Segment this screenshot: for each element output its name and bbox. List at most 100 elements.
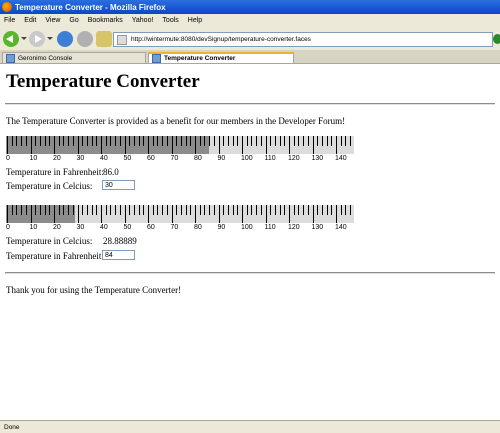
closing-text: Thank you for using the Temperature Conv… [6, 285, 182, 295]
menu-help[interactable]: Help [188, 17, 202, 24]
window-title: Temperature Converter - Mozilla Firefox [15, 2, 166, 12]
fahrenheit-tick-label: 60 [147, 155, 155, 162]
celcius-tick [317, 205, 319, 215]
fahrenheit-tick-label: 130 [311, 155, 324, 162]
celcius-tick [54, 205, 55, 223]
celcius-tick [256, 205, 258, 215]
celcius-tick [195, 205, 196, 223]
menu-view[interactable]: View [45, 17, 60, 24]
celcius-tick [166, 205, 168, 215]
celcius-tick [105, 205, 107, 215]
go-icon[interactable] [493, 34, 500, 44]
fahrenheit-tick [223, 136, 225, 146]
menu-bar: File Edit View Go Bookmarks Yahoo! Tools… [0, 14, 500, 26]
url-text[interactable]: http://wintermute:8080/devSignup/tempera… [131, 36, 311, 43]
forward-arrow-icon[interactable] [29, 31, 45, 47]
celcius-tick [265, 205, 267, 223]
fahrenheit-result-value: 86.0 [103, 167, 119, 177]
celcius-tick-label: 90 [217, 224, 226, 231]
menu-bookmarks[interactable]: Bookmarks [88, 17, 123, 24]
celcius-tick-label: 130 [311, 224, 324, 231]
fahrenheit-tick [171, 136, 173, 154]
fahrenheit-tick [176, 136, 178, 146]
fahrenheit-tick [350, 136, 352, 146]
fahrenheit-tick [289, 136, 290, 154]
celcius-tick [185, 205, 187, 215]
menu-file[interactable]: File [4, 17, 15, 24]
fahrenheit-tick [91, 136, 93, 146]
back-arrow-icon[interactable] [3, 31, 19, 47]
fahrenheit-tick [190, 136, 192, 146]
fahrenheit-tick [209, 136, 211, 146]
fahrenheit-tick [96, 136, 98, 146]
menu-edit[interactable]: Edit [24, 17, 36, 24]
menu-tools[interactable]: Tools [162, 17, 178, 24]
celcius-tick [227, 205, 229, 215]
fahrenheit-tick [124, 136, 126, 154]
home-icon[interactable] [96, 31, 112, 47]
fahrenheit-tick [307, 136, 309, 146]
celcius-tick [246, 205, 248, 215]
celcius-tick [44, 205, 46, 215]
celcius-tick-label: 120 [288, 224, 300, 231]
divider-top [5, 103, 495, 105]
back-dropdown-icon[interactable] [21, 37, 27, 40]
divider-bottom [5, 272, 495, 274]
celcius-tick [68, 205, 70, 215]
fahrenheit-tick [105, 136, 107, 146]
page-content: Temperature Converter The Temperature Co… [0, 64, 500, 420]
celcius-thermometer [6, 205, 354, 223]
celcius-tick [171, 205, 173, 223]
fahrenheit-tick [129, 136, 131, 146]
fahrenheit-tick [195, 136, 196, 154]
fahrenheit-tick [321, 136, 323, 146]
reload-icon[interactable] [57, 31, 73, 47]
fahrenheit-result-label: Temperature in Fahrenheit: [6, 167, 104, 177]
fahrenheit-tick-label: 70 [170, 155, 179, 162]
fahrenheit-tick [270, 136, 272, 146]
celcius-tick [336, 205, 337, 223]
forward-dropdown-icon[interactable] [47, 37, 53, 40]
url-bar[interactable]: http://wintermute:8080/devSignup/tempera… [113, 32, 493, 47]
fahrenheit-input-label: Temperature in Fahrenheit: [6, 251, 104, 261]
stop-icon[interactable] [77, 31, 93, 47]
celcius-tick [162, 205, 164, 215]
celcius-tick [190, 205, 192, 215]
fahrenheit-tick [58, 136, 60, 146]
fahrenheit-tick [166, 136, 168, 146]
celcius-tick [303, 205, 305, 215]
celcius-tick [58, 205, 60, 215]
firefox-icon [2, 2, 12, 12]
fahrenheit-input[interactable] [102, 250, 135, 260]
fahrenheit-tick-label: 90 [217, 155, 226, 162]
celcius-tick [260, 205, 262, 215]
fahrenheit-tick-label: 10 [29, 155, 38, 162]
celcius-tick [16, 205, 18, 215]
fahrenheit-tick [25, 136, 27, 146]
tab-label: Temperature Converter [164, 55, 236, 62]
tab-temperature-converter[interactable]: Temperature Converter [148, 52, 294, 63]
celcius-tick [331, 205, 333, 215]
fahrenheit-tick [312, 136, 314, 154]
celcius-tick [251, 205, 253, 215]
fahrenheit-tick [180, 136, 182, 146]
fahrenheit-tick-label: 50 [123, 155, 132, 162]
fahrenheit-tick [49, 136, 51, 146]
celcius-tick [176, 205, 178, 215]
fahrenheit-tick [213, 136, 215, 146]
fahrenheit-tick-label: 100 [241, 155, 253, 162]
menu-go[interactable]: Go [69, 17, 78, 24]
fahrenheit-tick [199, 136, 201, 146]
fahrenheit-tick [303, 136, 305, 146]
fahrenheit-tick [298, 136, 300, 146]
fahrenheit-tick [143, 136, 145, 146]
tab-geronimo-console[interactable]: Geronimo Console [2, 52, 146, 63]
menu-yahoo[interactable]: Yahoo! [132, 17, 154, 24]
geronimo-icon [6, 53, 15, 63]
celcius-tick [25, 205, 27, 215]
celcius-tick [204, 205, 206, 215]
celcius-tick [152, 205, 154, 215]
fahrenheit-tick [68, 136, 70, 146]
celcius-tick-label: 20 [53, 224, 61, 231]
celcius-input[interactable] [102, 180, 135, 190]
